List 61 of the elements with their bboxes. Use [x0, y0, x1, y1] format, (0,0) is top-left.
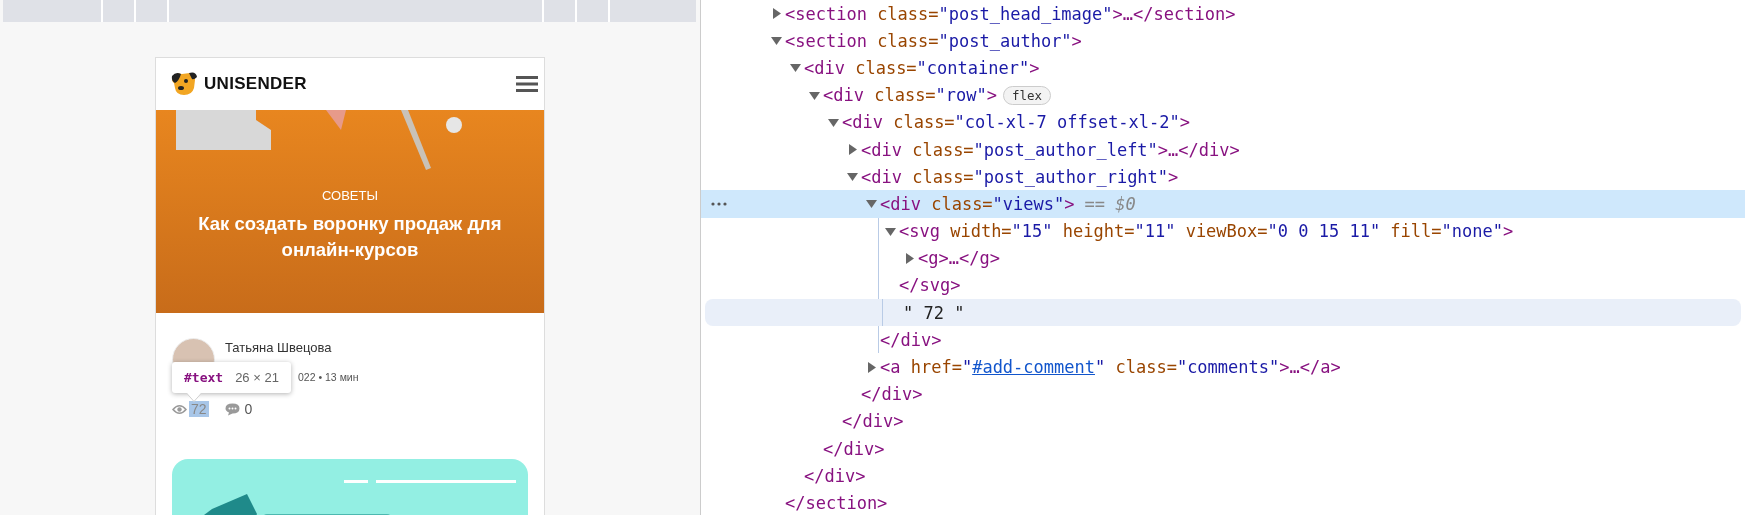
dom-tree-row[interactable]: " 72 " — [705, 299, 1741, 327]
closing-tag: </div> — [804, 465, 866, 486]
disclosure-triangle-icon[interactable] — [866, 361, 877, 373]
dom-tree-row[interactable]: <div class="row"> flex — [701, 81, 1745, 109]
disclosure-triangle-icon[interactable] — [866, 198, 877, 210]
closing-tag: </svg> — [899, 275, 961, 296]
html-tag: <section class="post_head_image">…</section> — [785, 3, 1236, 24]
closing-tag: </div> — [880, 329, 942, 350]
closing-tag: </div> — [823, 438, 885, 459]
post-meta: 022 • 13 мин — [298, 371, 359, 383]
flex-badge[interactable]: flex — [1003, 85, 1052, 105]
author-name[interactable]: Татьяна Швецова — [225, 340, 359, 355]
view-count: 72 — [189, 401, 209, 417]
disclosure-triangle-icon[interactable] — [847, 144, 858, 156]
dom-tree-row[interactable]: <div class="views"> == $0 — [701, 190, 1745, 218]
html-tag: <div class="post_author_right"> — [861, 166, 1179, 187]
disclosure-triangle-icon[interactable] — [771, 8, 782, 20]
disclosure-triangle-icon[interactable] — [790, 62, 801, 74]
logo-wordmark[interactable]: UNISENDER — [204, 74, 307, 94]
html-tag: <a href="#add-comment" class="comments">…</a> — [880, 357, 1341, 378]
disclosure-triangle-icon[interactable] — [809, 89, 820, 101]
html-tag: <svg width="15" height="11" viewBox="0 0 15 11" fill="none"> — [899, 221, 1514, 242]
dom-tree-row[interactable]: </section> — [701, 489, 1745, 515]
dom-tree-row[interactable]: <div class="post_author_left">…</div> — [701, 135, 1745, 164]
dom-tree-row[interactable]: <section class="post_head_image">…</section> — [701, 0, 1745, 28]
html-tag: <div class="container"> — [804, 57, 1040, 78]
comment-icon[interactable] — [224, 402, 240, 416]
dom-tree-row[interactable]: </div> — [701, 380, 1745, 408]
article-title: Как создать воронку продаж для онлайн-курсов — [197, 212, 503, 262]
closing-tag: </div> — [861, 384, 923, 405]
dom-tree-row[interactable]: </div> — [701, 407, 1745, 435]
html-tag: <g>…</g> — [918, 248, 1000, 269]
node-name: #text — [184, 370, 224, 385]
node-size: 26 × 21 — [235, 370, 279, 385]
dog-logo-icon — [170, 71, 198, 97]
more-options-icon[interactable] — [711, 202, 727, 207]
dom-tree-row[interactable]: </div> — [701, 462, 1745, 490]
html-tag: <section class="post_author"> — [785, 30, 1082, 51]
menu-icon[interactable] — [516, 76, 538, 92]
dom-tree-row[interactable]: <a href="#add-comment" class="comments">…</a> — [701, 353, 1745, 381]
comment-count[interactable]: 0 — [244, 401, 253, 417]
dom-tree-row[interactable]: <div class="container"> — [701, 54, 1745, 82]
href-link[interactable]: #add-comment — [972, 357, 1095, 378]
disclosure-triangle-icon[interactable] — [847, 171, 858, 183]
disclosure-triangle-icon[interactable] — [885, 225, 896, 237]
eye-icon — [172, 403, 187, 415]
selected-node-marker: == $0 — [1084, 193, 1136, 214]
html-tag: <div class="col-xl-7 offset-xl-2"> — [842, 112, 1191, 133]
disclosure-triangle-icon[interactable] — [828, 116, 839, 128]
html-tag: <div class="post_author_left">…</div> — [861, 139, 1240, 160]
dom-tree-row[interactable]: <section class="post_author"> — [701, 27, 1745, 55]
closing-tag: </section> — [785, 492, 888, 513]
html-tag: <div class="row"> — [823, 85, 998, 106]
dom-tree-row[interactable]: <div class="post_author_right"> — [701, 163, 1745, 191]
disclosure-triangle-icon[interactable] — [771, 35, 782, 47]
dom-tree-row[interactable]: </div> — [701, 435, 1745, 463]
dom-tree-row[interactable]: <div class="col-xl-7 offset-xl-2"> — [701, 108, 1745, 136]
closing-tag: </div> — [842, 411, 904, 432]
disclosure-triangle-icon[interactable] — [904, 252, 915, 264]
text-content-label: " 72 " — [903, 302, 965, 323]
html-tag: <div class="views"> — [880, 193, 1075, 214]
